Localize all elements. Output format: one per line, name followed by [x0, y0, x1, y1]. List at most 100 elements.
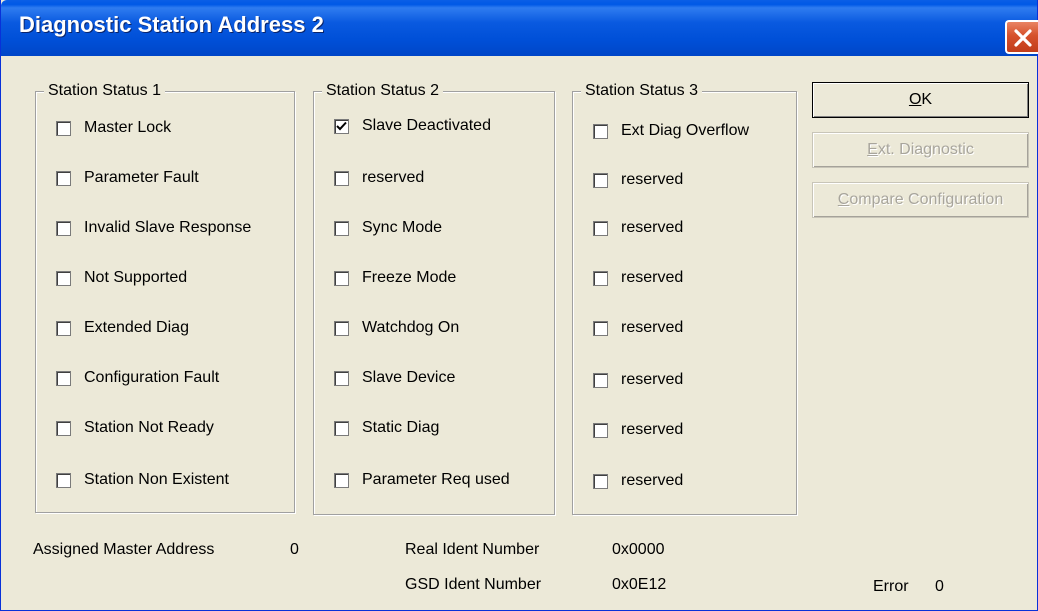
checkbox-box[interactable]	[593, 172, 608, 188]
checkbox-reserved[interactable]: reserved	[593, 266, 683, 290]
checkbox-label: Station Non Existent	[84, 471, 229, 488]
real-ident-number-label: Real Ident Number	[405, 541, 540, 558]
checkbox-label: reserved	[621, 269, 684, 286]
checkbox-box[interactable]	[56, 270, 71, 286]
checkbox-parameter-fault[interactable]: Parameter Fault	[56, 166, 199, 190]
station-status-3-group: Station Status 3 Ext Diag Overflow reser…	[572, 81, 797, 515]
real-ident-number-value: 0x0000	[612, 541, 665, 558]
checkbox-box[interactable]	[56, 170, 71, 186]
window-title: Diagnostic Station Address 2	[19, 12, 324, 37]
checkmark-icon	[336, 121, 347, 130]
checkbox-ext-diag-overflow[interactable]: Ext Diag Overflow	[593, 119, 749, 143]
checkbox-invalid-slave-response[interactable]: Invalid Slave Response	[56, 216, 251, 240]
assigned-master-address-value: 0	[290, 541, 299, 558]
checkbox-box[interactable]	[334, 370, 349, 386]
checkbox-box[interactable]	[593, 270, 608, 286]
group-label: Station Status 3	[581, 81, 702, 101]
checkbox-box[interactable]	[56, 472, 71, 488]
checkbox-box[interactable]	[593, 123, 608, 139]
assigned-master-address-label: Assigned Master Address	[33, 541, 215, 558]
checkbox-label: Static Diag	[362, 419, 440, 436]
checkbox-box[interactable]	[56, 220, 71, 236]
checkbox-label: Not Supported	[84, 269, 188, 286]
checkbox-slave-device[interactable]: Slave Device	[334, 366, 455, 390]
station-status-1-group: Station Status 1 Master Lock Parameter F…	[35, 81, 295, 513]
checkbox-label: reserved	[621, 472, 684, 489]
checkbox-label: Master Lock	[84, 119, 172, 136]
checkbox-box[interactable]	[56, 120, 71, 136]
title-bar[interactable]: Diagnostic Station Address 2	[1, 0, 1038, 56]
ext-diagnostic-button[interactable]: Ext. Diagnostic	[812, 132, 1029, 168]
checkbox-reserved[interactable]: reserved	[593, 316, 683, 340]
error-label: Error	[873, 578, 909, 595]
checkbox-freeze-mode[interactable]: Freeze Mode	[334, 266, 456, 290]
checkbox-label: Freeze Mode	[362, 269, 457, 286]
checkbox-label: reserved	[621, 319, 684, 336]
gsd-ident-number-label: GSD Ident Number	[405, 576, 542, 593]
checkbox-station-not-ready[interactable]: Station Not Ready	[56, 416, 214, 440]
compare-configuration-mnemonic: C	[837, 191, 850, 208]
checkbox-reserved[interactable]: reserved	[593, 368, 683, 392]
error-value: 0	[935, 578, 944, 595]
checkbox-box[interactable]	[593, 220, 608, 236]
checkbox-box[interactable]	[334, 472, 349, 488]
checkbox-label: Parameter Req used	[362, 471, 510, 488]
checkbox-parameter-req-used[interactable]: Parameter Req used	[334, 468, 510, 492]
checkbox-label: Extended Diag	[84, 319, 189, 336]
checkbox-box[interactable]	[56, 420, 71, 436]
checkbox-box[interactable]	[56, 370, 71, 386]
checkbox-reserved[interactable]: reserved	[334, 166, 424, 190]
checkbox-label: reserved	[621, 371, 684, 388]
checkbox-box[interactable]	[334, 170, 349, 186]
checkbox-box[interactable]	[334, 220, 349, 236]
checkbox-label: Watchdog On	[362, 319, 460, 336]
close-button[interactable]	[1005, 20, 1038, 54]
checkbox-slave-deactivated[interactable]: Slave Deactivated	[334, 114, 491, 138]
checkbox-label: Invalid Slave Response	[84, 219, 252, 236]
checkbox-station-non-existent[interactable]: Station Non Existent	[56, 468, 229, 492]
checkbox-box[interactable]	[334, 320, 349, 336]
ext-diagnostic-label: xt. Diagnostic	[877, 141, 974, 158]
checkbox-label: Parameter Fault	[84, 169, 199, 186]
checkbox-box[interactable]	[593, 473, 608, 489]
gsd-ident-number-value: 0x0E12	[612, 576, 667, 593]
checkbox-box[interactable]	[593, 422, 608, 438]
ok-button-mnemonic: O	[908, 91, 922, 108]
checkbox-box[interactable]	[334, 118, 349, 134]
checkbox-static-diag[interactable]: Static Diag	[334, 416, 439, 440]
station-status-2-group: Station Status 2 Slave Deactivated reser…	[313, 81, 555, 515]
checkbox-master-lock[interactable]: Master Lock	[56, 116, 171, 140]
ok-button-label: K	[921, 91, 933, 108]
compare-configuration-button[interactable]: Compare Configuration	[812, 182, 1029, 218]
checkbox-not-supported[interactable]: Not Supported	[56, 266, 187, 290]
compare-configuration-label: ompare Configuration	[849, 191, 1004, 208]
checkbox-reserved[interactable]: reserved	[593, 216, 683, 240]
ok-button[interactable]: OK	[812, 82, 1029, 118]
checkbox-label: reserved	[621, 171, 684, 188]
checkbox-label: Slave Device	[362, 369, 456, 386]
group-label: Station Status 2	[322, 81, 443, 101]
checkbox-box[interactable]	[334, 420, 349, 436]
group-label: Station Status 1	[44, 81, 165, 101]
checkbox-box[interactable]	[593, 320, 608, 336]
checkbox-label: reserved	[621, 421, 684, 438]
checkbox-box[interactable]	[334, 270, 349, 286]
checkbox-configuration-fault[interactable]: Configuration Fault	[56, 366, 219, 390]
dialog-window: Diagnostic Station Address 2 Station Sta…	[0, 0, 1038, 611]
checkbox-label: reserved	[362, 169, 425, 186]
checkbox-box[interactable]	[56, 320, 71, 336]
checkbox-sync-mode[interactable]: Sync Mode	[334, 216, 442, 240]
checkbox-reserved[interactable]: reserved	[593, 168, 683, 192]
checkbox-watchdog-on[interactable]: Watchdog On	[334, 316, 459, 340]
checkbox-label: reserved	[621, 219, 684, 236]
checkbox-label: Ext Diag Overflow	[621, 122, 750, 139]
checkbox-box[interactable]	[593, 372, 608, 388]
checkbox-extended-diag[interactable]: Extended Diag	[56, 316, 189, 340]
close-icon	[1014, 29, 1032, 47]
checkbox-label: Configuration Fault	[84, 369, 220, 386]
checkbox-label: Station Not Ready	[84, 419, 214, 436]
checkbox-label: Slave Deactivated	[362, 117, 491, 134]
checkbox-reserved[interactable]: reserved	[593, 469, 683, 493]
checkbox-reserved[interactable]: reserved	[593, 418, 683, 442]
ext-diagnostic-mnemonic: E	[867, 141, 878, 158]
